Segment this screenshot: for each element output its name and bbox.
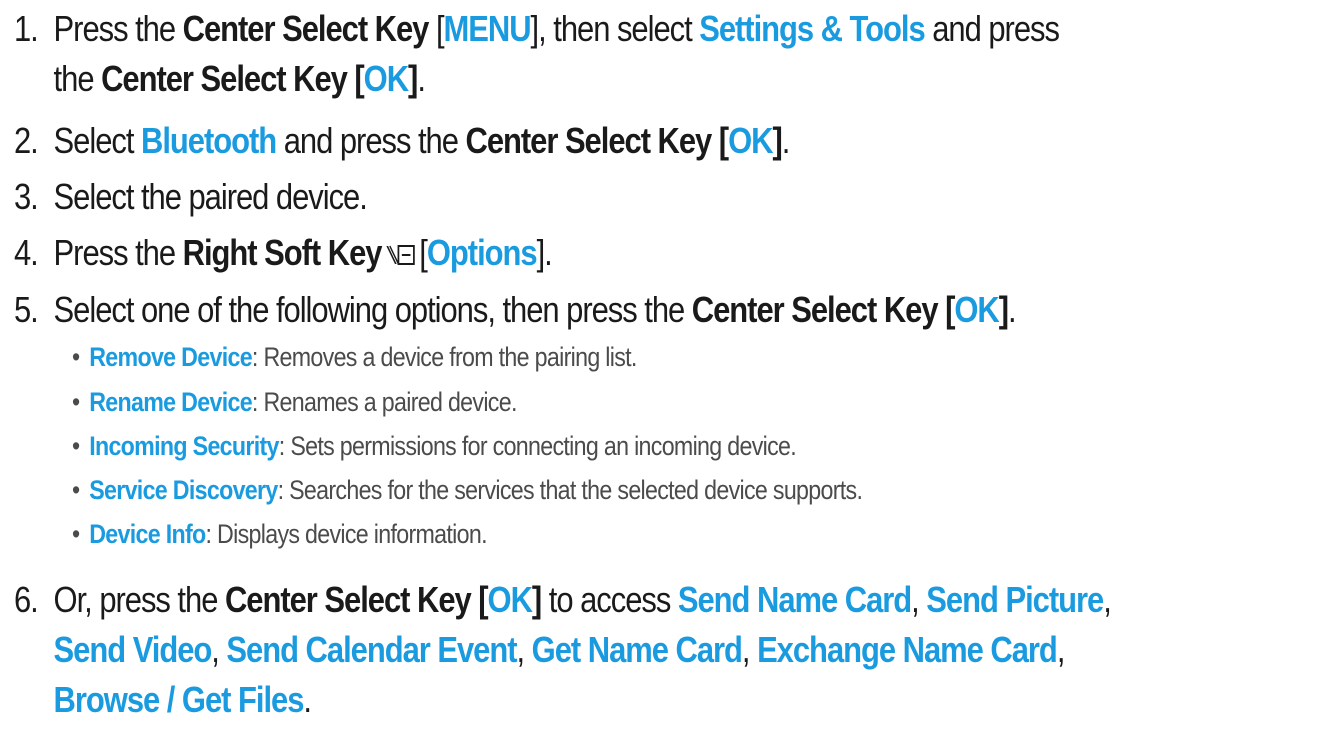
- key-name: Right Soft Key: [182, 232, 383, 273]
- step-text: [: [419, 232, 428, 273]
- list-item: • Rename Device: Renames a paired device.: [72, 382, 517, 422]
- key-name: ]: [772, 120, 782, 161]
- step-text: Press the: [53, 232, 183, 273]
- step-text: ], then select: [530, 8, 700, 49]
- step-6: 6. Or, press the Center Select Key [OK] t…: [14, 575, 1132, 725]
- option-desc: : Searches for the services that the sel…: [277, 475, 863, 505]
- step-number: 4.: [14, 232, 39, 273]
- list-item: • Remove Device: Removes a device from th…: [72, 337, 637, 377]
- step-text: and press the: [276, 120, 466, 161]
- step-text: ].: [536, 232, 553, 273]
- key-name: Center Select Key [: [465, 120, 730, 161]
- option-desc: : Removes a device from the pairing list…: [251, 342, 637, 372]
- option-desc: : Displays device information.: [205, 519, 488, 549]
- menu-label: MENU: [443, 8, 532, 49]
- key-name: Center Select Key [: [101, 58, 365, 99]
- bullet-icon: •: [72, 342, 80, 372]
- option-desc: : Renames a paired device.: [251, 387, 517, 417]
- step-1: 1. Press the Center Select Key [MENU], th…: [14, 4, 1132, 104]
- option-term: Incoming Security: [89, 431, 279, 461]
- bullet-icon: •: [72, 475, 80, 505]
- step-text: ,: [516, 629, 532, 670]
- list-item: • Incoming Security: Sets permissions for…: [72, 426, 797, 466]
- key-name: ]: [408, 58, 418, 99]
- menu-label: OK: [728, 120, 773, 161]
- step-text: Select: [53, 120, 141, 161]
- step-number: 1.: [14, 8, 39, 49]
- step-text: ,: [1056, 629, 1066, 670]
- menu-label: Browse / Get Files: [53, 679, 305, 720]
- step-text: .: [1008, 289, 1017, 330]
- step-4: 4. Press the Right Soft Key [Options].: [14, 228, 1132, 278]
- step-text: the: [53, 58, 102, 99]
- menu-label: Send Name Card: [677, 579, 912, 620]
- step-number: 5.: [14, 289, 39, 330]
- step-text: and press: [924, 8, 1060, 49]
- menu-label: Get Name Card: [531, 629, 743, 670]
- option-term: Remove Device: [89, 342, 252, 372]
- step-5: 5. Select one of the following options, t…: [14, 285, 1132, 335]
- bullet-icon: •: [72, 387, 80, 417]
- key-name: ]: [998, 289, 1009, 330]
- option-desc: : Sets permissions for connecting an inc…: [278, 431, 797, 461]
- key-name: Center Select Key [: [224, 579, 489, 620]
- menu-label: Send Picture: [926, 579, 1104, 620]
- step-text: ,: [211, 629, 227, 670]
- option-term: Device Info: [89, 519, 206, 549]
- step-text: [: [428, 8, 445, 49]
- bullet-icon: •: [72, 519, 80, 549]
- menu-label: OK: [487, 579, 533, 620]
- menu-label: Settings & Tools: [699, 8, 925, 49]
- step-text: ,: [741, 629, 758, 670]
- step-3: 3. Select the paired device.: [14, 172, 1132, 222]
- step-text: .: [303, 679, 312, 720]
- step-text: ,: [1103, 579, 1112, 620]
- menu-label: Exchange Name Card: [757, 629, 1058, 670]
- option-term: Service Discovery: [89, 475, 278, 505]
- menu-label: OK: [363, 58, 409, 99]
- list-item: • Service Discovery: Searches for the ser…: [72, 470, 863, 510]
- right-soft-key-icon: [385, 230, 416, 265]
- option-term: Rename Device: [89, 387, 252, 417]
- key-name: Center Select Key [: [691, 289, 956, 330]
- step-2: 2. Select Bluetooth and press the Center …: [14, 116, 1132, 166]
- step-text: Select the paired device.: [53, 176, 368, 217]
- step-text: Press the: [53, 8, 183, 49]
- menu-label: Send Video: [53, 629, 213, 670]
- menu-label: Send Calendar Event: [226, 629, 517, 670]
- step-number: 2.: [14, 120, 39, 161]
- step-text: Select one of the following options, the…: [53, 289, 692, 330]
- step-text: to access: [541, 579, 678, 620]
- menu-label: OK: [954, 289, 999, 330]
- step-text: ,: [911, 579, 927, 620]
- bullet-icon: •: [72, 431, 80, 461]
- step-text: Or, press the: [53, 579, 225, 620]
- step-text: .: [781, 120, 791, 161]
- step-number: 3.: [14, 176, 39, 217]
- step-text: .: [417, 58, 426, 99]
- key-name: Center Select Key: [182, 8, 430, 49]
- step-number: 6.: [14, 579, 39, 620]
- key-name: ]: [531, 579, 542, 620]
- menu-label: Options: [426, 232, 538, 273]
- menu-label: Bluetooth: [140, 120, 277, 161]
- list-item: • Device Info: Displays device informatio…: [72, 514, 488, 554]
